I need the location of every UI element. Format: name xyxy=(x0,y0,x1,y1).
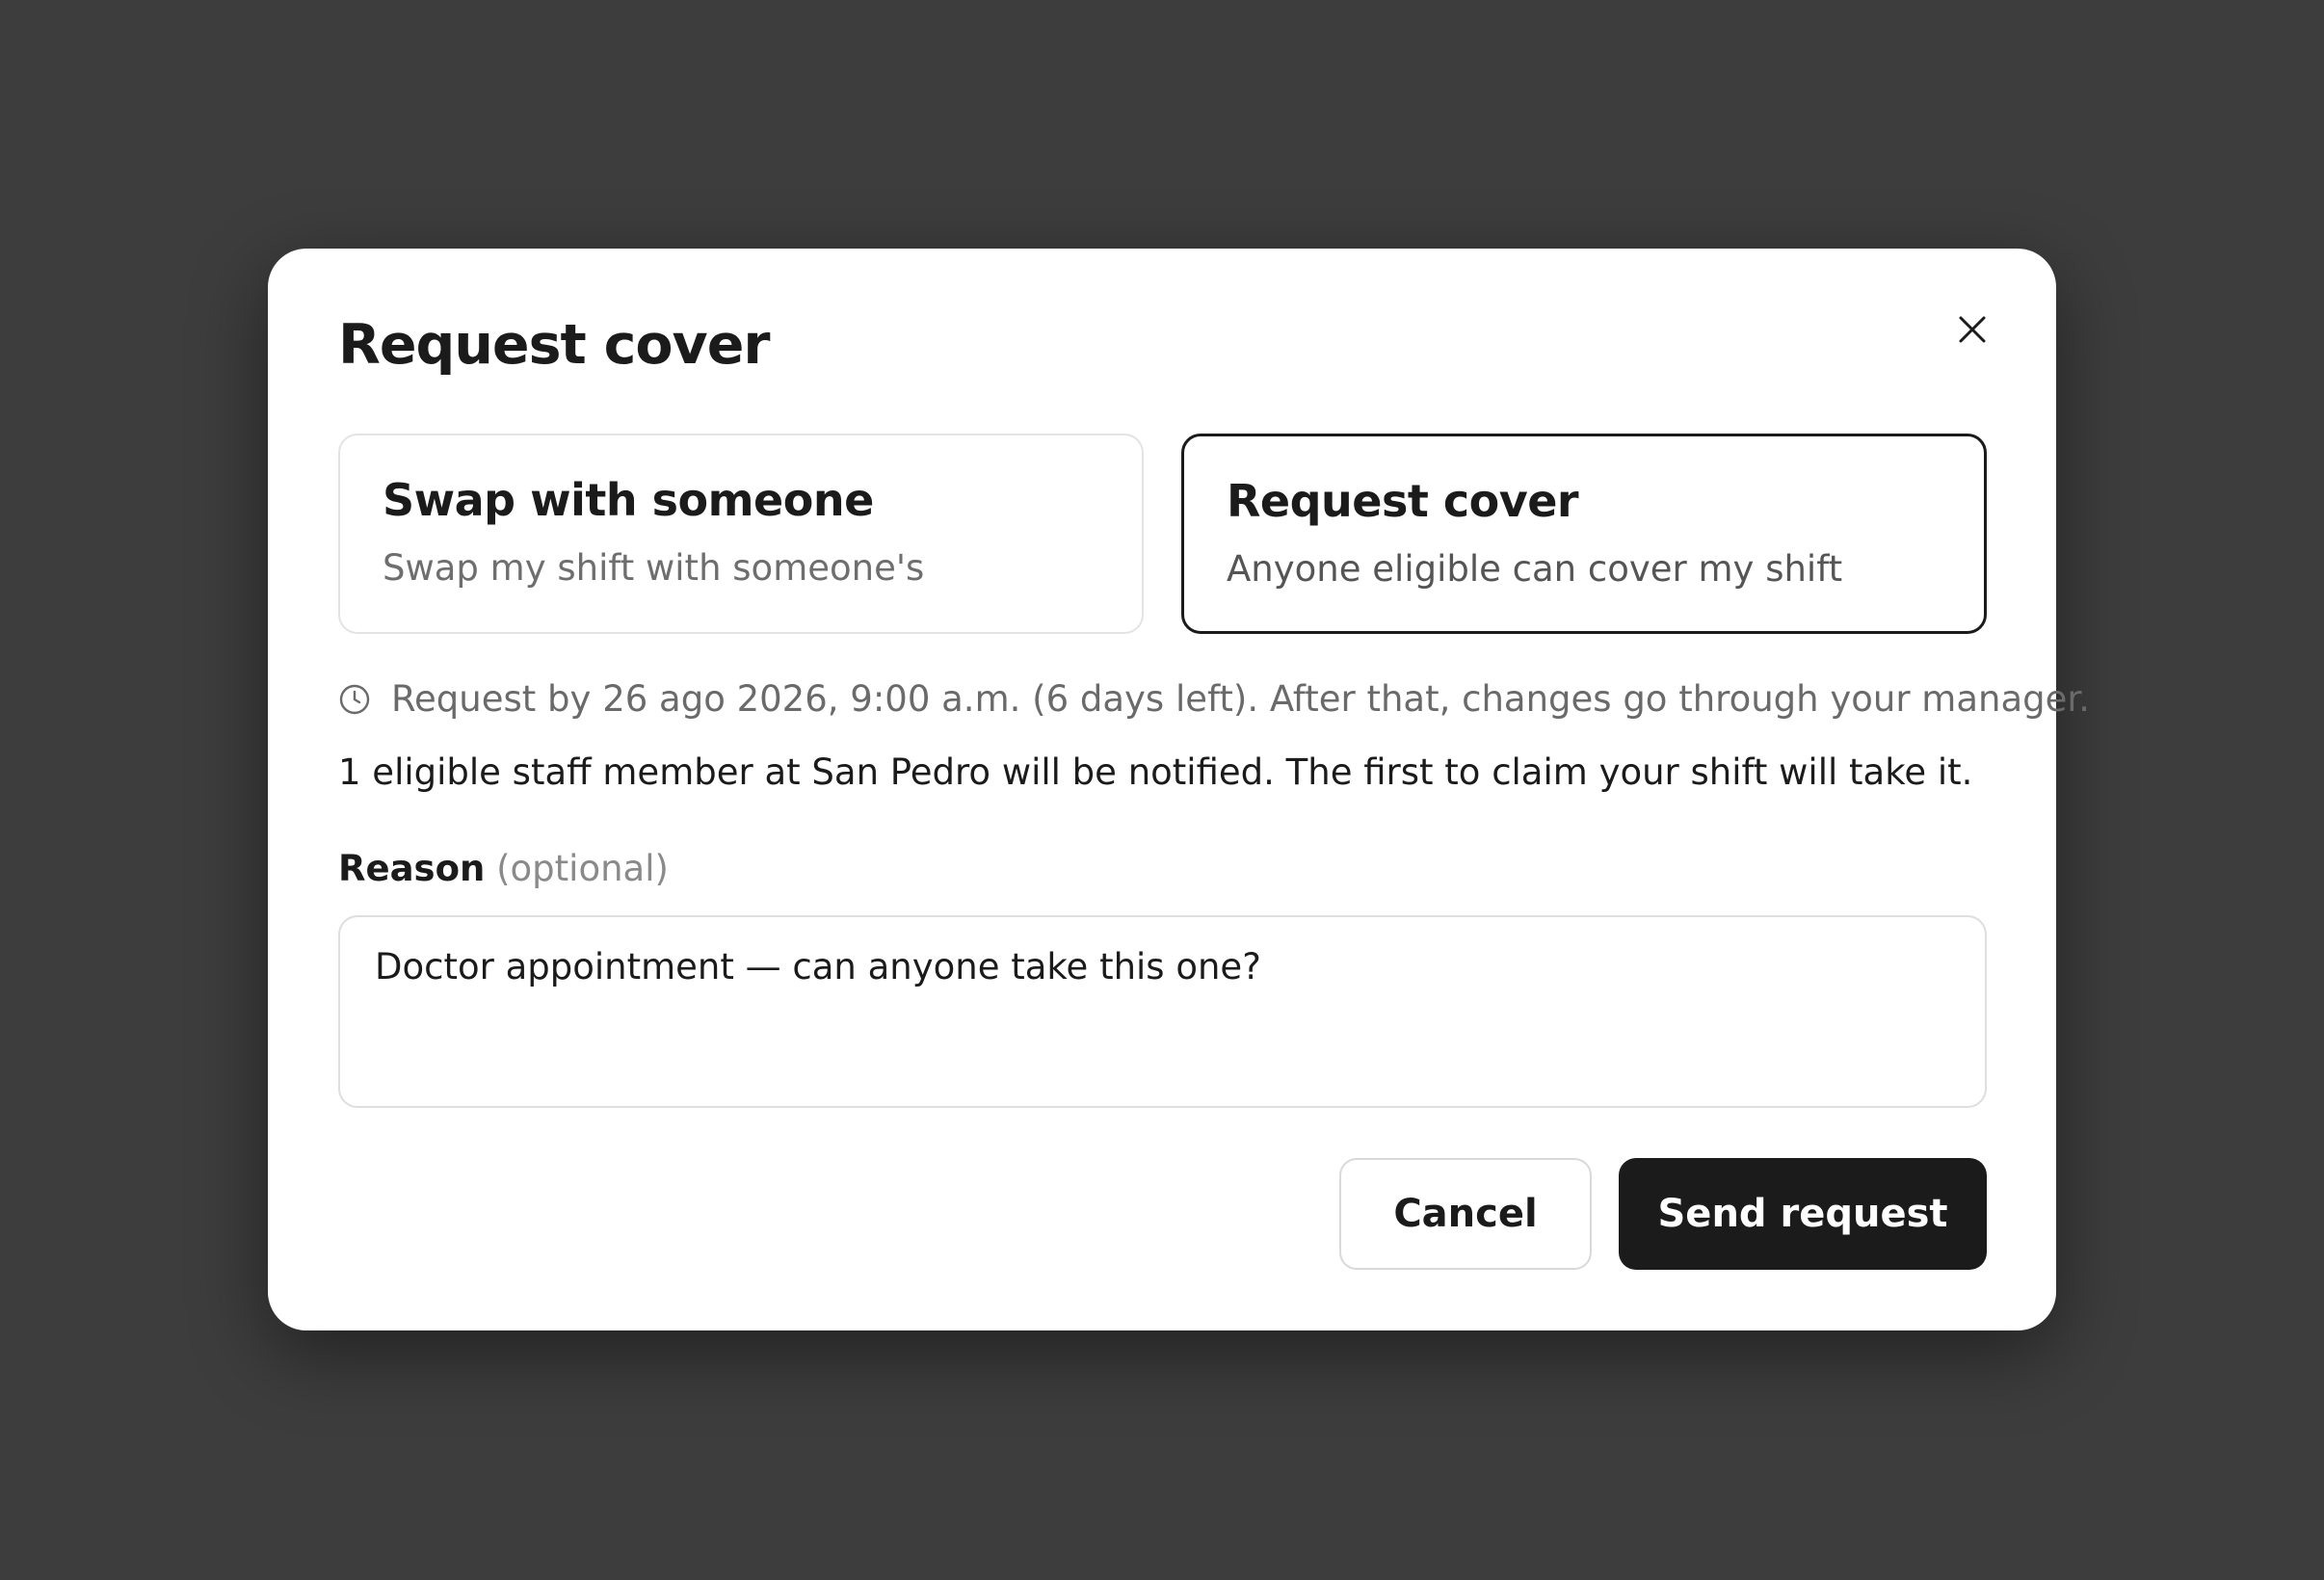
reason-label: Reason (optional) xyxy=(338,848,669,889)
request-cover-dialog: Request cover Swap with someone Swap my … xyxy=(268,249,2090,1330)
reason-label-text: Reason xyxy=(338,848,486,889)
cancel-button[interactable]: Cancel xyxy=(1339,1158,1592,1270)
deadline-text: Request by 26 ago 2026, 9:00 a.m. (6 day… xyxy=(391,678,2090,720)
close-button[interactable] xyxy=(1943,301,2001,358)
option-swap-title: Swap with someone xyxy=(383,474,874,526)
close-icon xyxy=(1959,316,1986,343)
option-swap-with-someone[interactable]: Swap with someone Swap my shift with som… xyxy=(338,434,1144,634)
reason-optional-hint: (optional) xyxy=(496,848,669,889)
clock-icon xyxy=(339,684,370,714)
reason-textarea[interactable]: Doctor appointment — can anyone take thi… xyxy=(338,915,1987,1108)
option-cover-description: Anyone eligible can cover my shift xyxy=(1227,548,1843,590)
option-swap-description: Swap my shift with someone's xyxy=(383,547,925,589)
send-request-button[interactable]: Send request xyxy=(1619,1158,1987,1270)
option-cover-title: Request cover xyxy=(1227,475,1579,527)
notify-text: 1 eligible staff member at San Pedro wil… xyxy=(338,751,1973,793)
dialog-title: Request cover xyxy=(338,313,770,377)
deadline-notice: Request by 26 ago 2026, 9:00 a.m. (6 day… xyxy=(338,678,2090,720)
option-request-cover[interactable]: Request cover Anyone eligible can cover … xyxy=(1181,434,1987,634)
